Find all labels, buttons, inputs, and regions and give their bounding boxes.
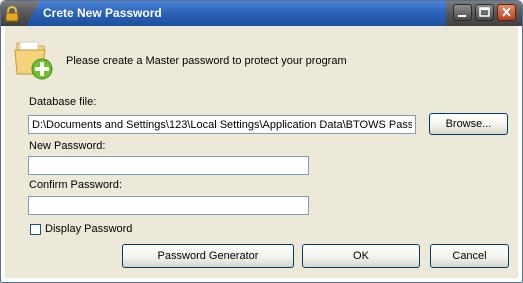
- lock-icon: [5, 6, 19, 22]
- confirm-password-input[interactable]: [28, 196, 309, 215]
- folder-add-icon: [14, 41, 53, 80]
- close-icon: [502, 7, 511, 17]
- intro-message: Please create a Master password to prote…: [66, 55, 347, 67]
- title-bar[interactable]: Crete New Password: [1, 1, 522, 26]
- dialog-body: Please create a Master password to prote…: [5, 26, 518, 278]
- maximize-button[interactable]: [475, 4, 494, 21]
- minimize-button[interactable]: [453, 4, 472, 21]
- create-password-dialog: Crete New Password Please create a Maste…: [0, 0, 523, 283]
- maximize-icon: [479, 7, 490, 17]
- new-password-label: New Password:: [29, 140, 106, 152]
- new-password-input[interactable]: [28, 156, 309, 175]
- password-generator-button[interactable]: Password Generator: [122, 244, 294, 268]
- window-title: Crete New Password: [43, 6, 162, 20]
- database-file-input[interactable]: [28, 115, 416, 134]
- minimize-icon: [458, 15, 466, 17]
- display-password-checkbox[interactable]: [30, 224, 41, 235]
- cancel-button[interactable]: Cancel: [430, 244, 509, 268]
- display-password-label[interactable]: Display Password: [45, 223, 132, 235]
- ok-button[interactable]: OK: [302, 244, 420, 268]
- close-button[interactable]: [497, 4, 516, 21]
- browse-button[interactable]: Browse...: [429, 113, 508, 135]
- confirm-password-label: Confirm Password:: [29, 179, 122, 191]
- database-file-label: Database file:: [29, 96, 97, 108]
